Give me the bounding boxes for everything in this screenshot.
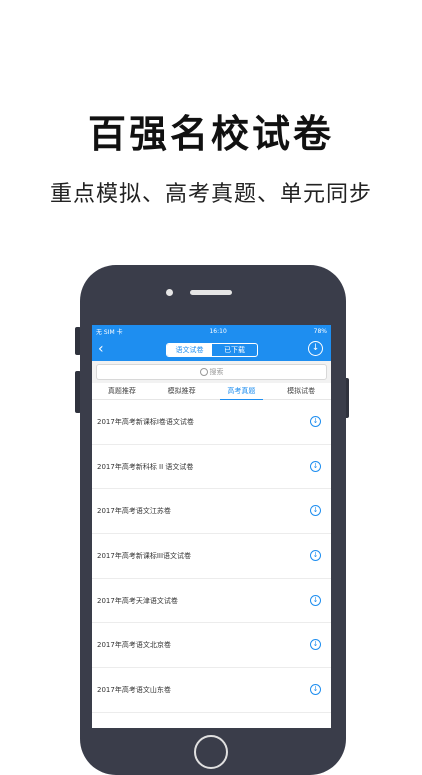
clock: 16:10 xyxy=(209,327,227,335)
paper-title: 2017年高考新科标 II 语文试卷 xyxy=(97,462,194,471)
search-placeholder: 搜索 xyxy=(209,368,224,376)
phone-screen: 无 SIM 卡 16:10 78% ‹ 语文试卷 已下载 ↓ 搜索 真题推荐 模… xyxy=(92,325,331,728)
battery-label: 78% xyxy=(313,327,327,335)
category-tabs: 真题推荐 模拟推荐 高考真题 模拟试卷 xyxy=(92,383,331,400)
paper-title: 2017年高考新课标I卷语文试卷 xyxy=(97,418,194,426)
search-input[interactable]: 搜索 xyxy=(96,364,327,380)
back-icon[interactable]: ‹ xyxy=(98,341,104,357)
search-bar: 搜索 xyxy=(92,361,331,383)
download-icon[interactable]: ↓ xyxy=(310,594,321,606)
phone-camera xyxy=(166,289,173,296)
list-item[interactable]: 2017年高考新课标III语文试卷 ↓ xyxy=(92,534,331,579)
status-bar: 无 SIM 卡 16:10 78% xyxy=(92,325,331,337)
list-item[interactable]: 2017年高考语文江苏卷 ↓ xyxy=(92,489,331,535)
paper-title: 2017年高考语文北京卷 xyxy=(97,641,171,650)
tab-mock-papers[interactable]: 模拟试卷 xyxy=(271,383,331,399)
download-icon[interactable]: ↓ xyxy=(310,639,321,651)
carrier-label: 无 SIM 卡 xyxy=(96,328,123,336)
list-item[interactable]: 2017年高考新课标I卷语文试卷 ↓ xyxy=(92,400,331,445)
list-item[interactable]: 2017年高考语文山东卷 ↓ xyxy=(92,668,331,713)
download-icon[interactable]: ↓ xyxy=(310,505,321,517)
download-icon[interactable]: ↓ xyxy=(310,550,321,562)
list-item[interactable]: 2017年高考语文北京卷 ↓ xyxy=(92,623,331,669)
headline: 百强名校试卷 xyxy=(87,112,334,156)
nav-bar: ‹ 语文试卷 已下载 ↓ xyxy=(92,337,331,361)
segment-downloaded[interactable]: 已下载 xyxy=(212,344,257,356)
tab-gaokao-real[interactable]: 高考真题 xyxy=(212,383,272,400)
paper-list: 2017年高考新课标I卷语文试卷 ↓ 2017年高考新科标 II 语文试卷 ↓ … xyxy=(92,400,331,713)
download-icon[interactable]: ↓ xyxy=(310,416,321,427)
list-item[interactable]: 2017年高考天津语文试卷 ↓ xyxy=(92,579,331,624)
tab-real-recommend[interactable]: 真题推荐 xyxy=(92,383,152,399)
tab-mock-recommend[interactable]: 模拟推荐 xyxy=(152,383,212,399)
paper-title: 2017年高考语文江苏卷 xyxy=(97,507,171,516)
phone-speaker xyxy=(190,290,232,295)
subheadline: 重点模拟、高考真题、单元同步 xyxy=(49,182,372,207)
paper-title: 2017年高考天津语文试卷 xyxy=(97,596,178,605)
home-button xyxy=(194,735,228,769)
search-icon xyxy=(199,368,208,376)
paper-title: 2017年高考语文山东卷 xyxy=(97,686,171,695)
segment-chinese-papers[interactable]: 语文试卷 xyxy=(167,344,212,356)
download-icon[interactable]: ↓ xyxy=(310,684,321,696)
download-icon[interactable]: ↓ xyxy=(310,460,321,472)
list-item[interactable]: 2017年高考新科标 II 语文试卷 ↓ xyxy=(92,445,331,490)
segmented-control: 语文试卷 已下载 xyxy=(166,343,258,357)
paper-title: 2017年高考新课标III语文试卷 xyxy=(97,552,192,561)
download-icon[interactable]: ↓ xyxy=(308,341,323,356)
